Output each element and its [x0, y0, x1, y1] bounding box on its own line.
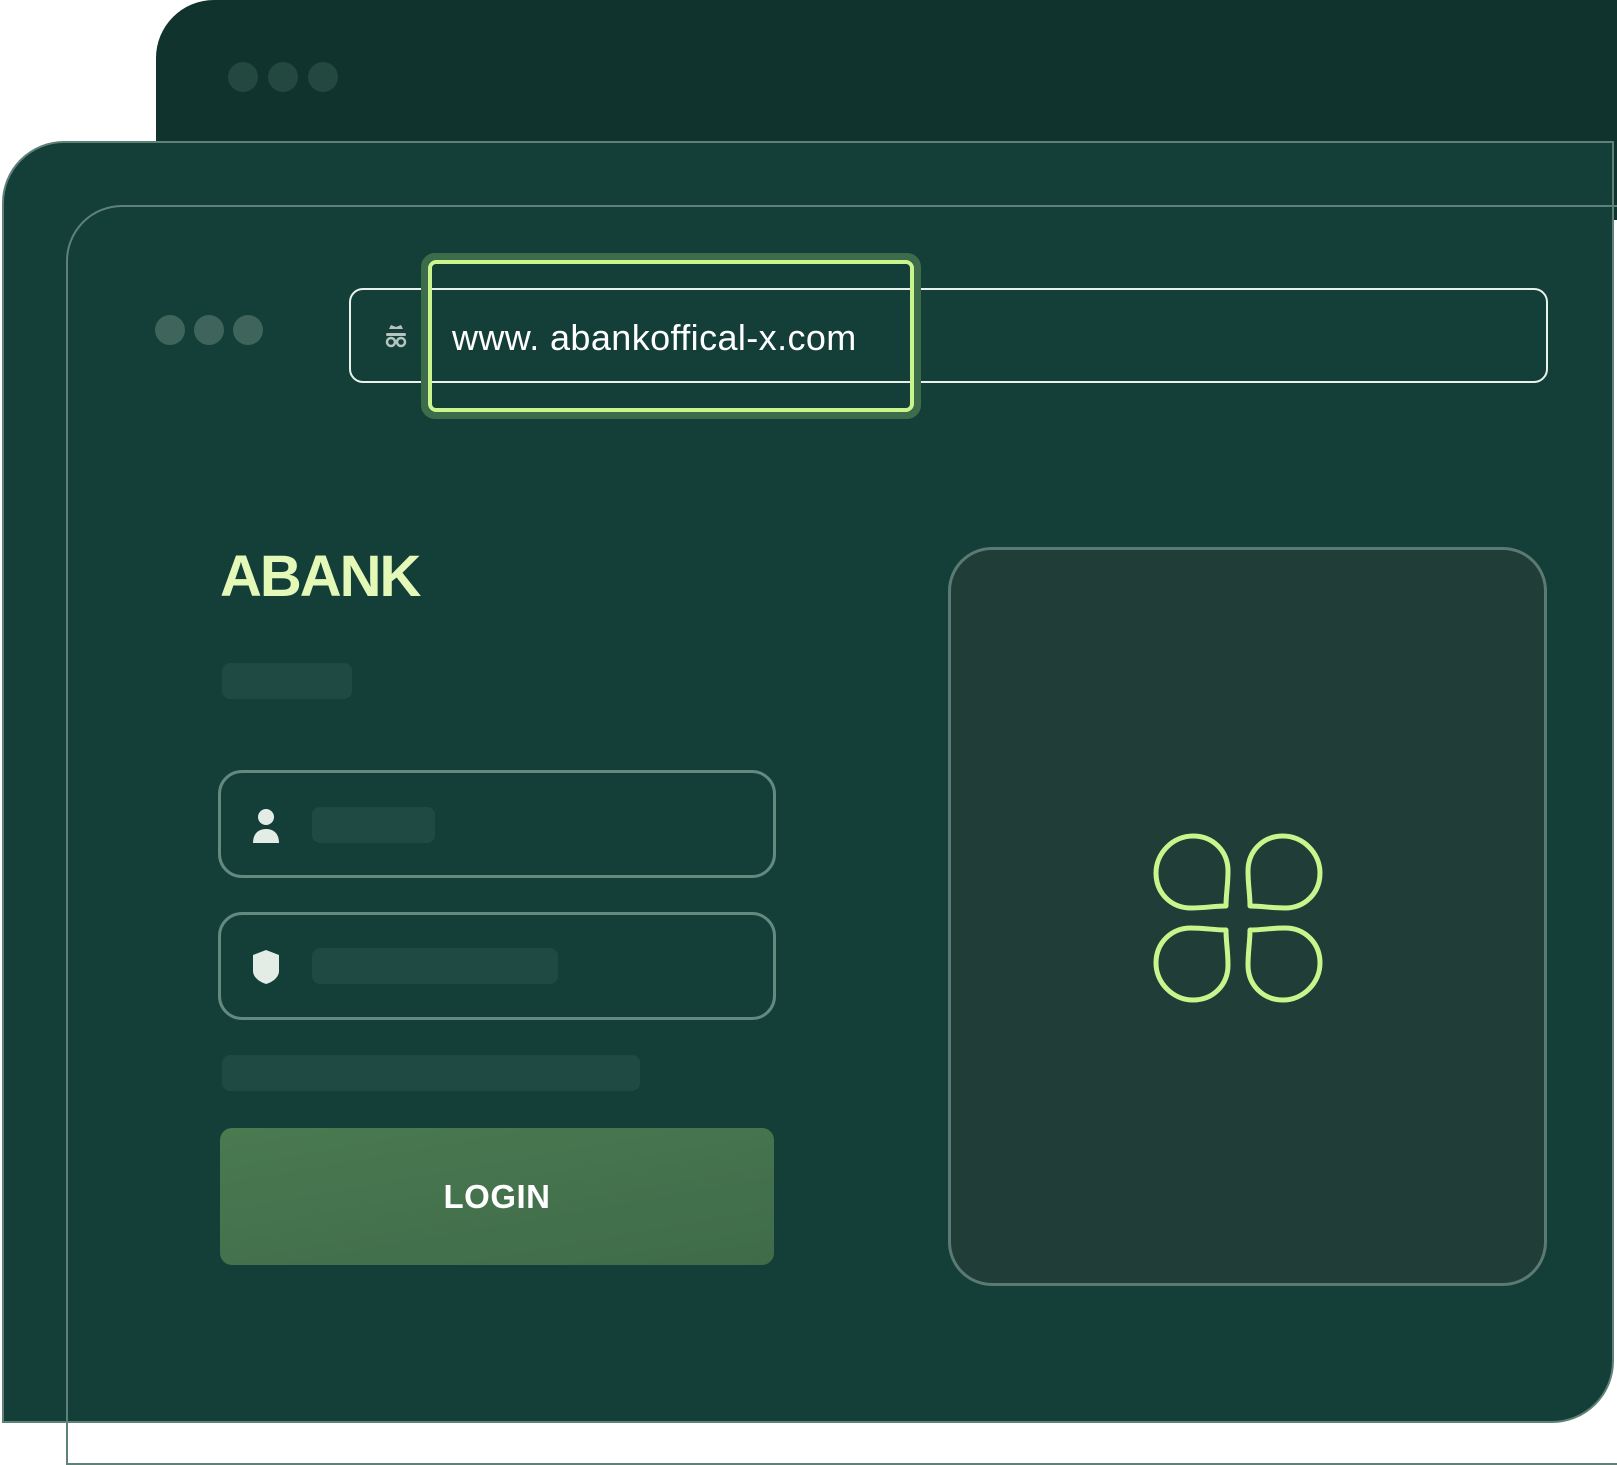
login-button[interactable]: LOGIN — [220, 1128, 774, 1265]
username-placeholder — [312, 807, 435, 843]
brand-logo: ABANK — [220, 544, 421, 609]
helper-text-placeholder — [222, 1055, 640, 1091]
user-icon — [253, 809, 279, 843]
subtitle-placeholder — [222, 663, 352, 699]
command-key-icon — [1153, 833, 1323, 1003]
background-window-controls — [228, 62, 338, 92]
incognito-spy-icon — [385, 325, 407, 348]
maximize-window-dot[interactable] — [233, 315, 263, 345]
window-control-dot — [268, 62, 298, 92]
close-window-dot[interactable] — [155, 315, 185, 345]
url-highlight-box — [428, 260, 914, 412]
window-control-dot — [308, 62, 338, 92]
username-field[interactable] — [218, 770, 776, 878]
shield-icon — [253, 950, 279, 984]
window-controls — [155, 315, 263, 345]
password-placeholder — [312, 948, 558, 984]
minimize-window-dot[interactable] — [194, 315, 224, 345]
window-control-dot — [228, 62, 258, 92]
